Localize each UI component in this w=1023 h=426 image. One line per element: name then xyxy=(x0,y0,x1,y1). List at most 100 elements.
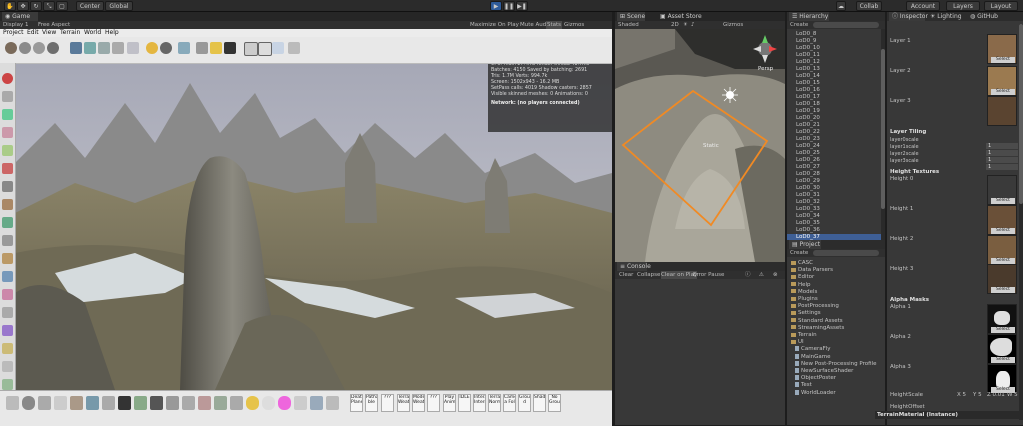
tab-lighting[interactable]: ☀ Lighting xyxy=(927,12,963,21)
project-folder-item[interactable]: Models xyxy=(791,289,817,296)
tab-inspector[interactable]: ⓘ Inspector xyxy=(889,12,928,21)
house-icon[interactable] xyxy=(2,253,13,264)
project-create-dropdown[interactable]: Create xyxy=(790,249,808,257)
tool-icon[interactable] xyxy=(2,91,13,102)
copy-icon[interactable] xyxy=(288,42,300,54)
menu-help[interactable]: Help xyxy=(105,29,119,37)
dog-icon[interactable] xyxy=(70,396,83,410)
menu-view[interactable]: View xyxy=(42,29,56,37)
project-search-input[interactable] xyxy=(813,250,879,256)
death-plane-button[interactable]: Death Plane xyxy=(350,394,363,412)
path-icon[interactable] xyxy=(2,343,13,354)
clone-icon[interactable] xyxy=(166,396,179,410)
hierarchy-search-input[interactable] xyxy=(813,22,879,28)
console-error-pause-toggle[interactable]: Error Pause xyxy=(693,271,724,279)
search-doc-icon[interactable] xyxy=(244,42,258,56)
project-folder-item[interactable]: Settings xyxy=(791,310,821,317)
person-icon[interactable] xyxy=(2,199,13,210)
hierarchy-item[interactable]: LoD0_17 xyxy=(796,94,820,100)
grid-brush-icon[interactable] xyxy=(127,42,139,54)
animal-icon[interactable] xyxy=(198,396,211,410)
stripe-brush-icon[interactable] xyxy=(112,42,124,54)
rotate-tool-icon[interactable]: ↻ xyxy=(30,1,42,11)
crowd-icon[interactable] xyxy=(182,396,195,410)
interact-internal-button[interactable]: Interact Internal xyxy=(473,394,486,412)
globe-icon[interactable] xyxy=(160,42,172,54)
hierarchy-create-dropdown[interactable]: Create xyxy=(790,21,808,29)
texture-brush-icon[interactable] xyxy=(84,42,96,54)
hierarchy-item[interactable]: LoD0_32 xyxy=(796,199,820,205)
light-icon[interactable] xyxy=(2,379,13,390)
tab-hierarchy[interactable]: ☰ Hierarchy xyxy=(789,12,829,21)
sun-icon[interactable] xyxy=(146,42,158,54)
hierarchy-item[interactable]: LoD0_13 xyxy=(796,66,820,72)
layout-dropdown[interactable]: Layout xyxy=(984,1,1018,11)
height-1-select-button[interactable]: Select xyxy=(991,228,1015,234)
unknown-button-1[interactable]: ??? xyxy=(381,394,394,412)
hierarchy-item[interactable]: LoD0_16 xyxy=(796,87,820,93)
star-icon[interactable] xyxy=(210,42,222,54)
unknown-button-2[interactable]: ??? xyxy=(427,394,440,412)
aspect-dropdown[interactable]: Free Aspect xyxy=(38,21,70,29)
2d-toggle[interactable]: 2D xyxy=(671,21,679,29)
sphere-stone-icon[interactable] xyxy=(33,42,45,54)
menu-world[interactable]: World xyxy=(84,29,101,37)
document-icon[interactable] xyxy=(258,42,272,56)
project-folder-item[interactable]: PostProcessing xyxy=(791,303,839,310)
hierarchy-item[interactable]: LoD0_30 xyxy=(796,185,820,191)
cube-icon[interactable] xyxy=(150,396,163,410)
hierarchy-item[interactable]: LoD0_8 xyxy=(796,31,816,37)
menu-edit[interactable]: Edit xyxy=(27,29,39,37)
hierarchy-item[interactable]: LoD0_24 xyxy=(796,143,820,149)
project-file-item[interactable]: Test xyxy=(795,382,812,389)
project-folder-item[interactable]: CASC xyxy=(791,260,813,267)
hierarchy-item[interactable]: LoD0_33 xyxy=(796,206,820,212)
project-file-item[interactable]: MainGame xyxy=(795,353,831,361)
project-file-item[interactable]: CameraFly xyxy=(795,346,831,353)
project-file-item[interactable]: NewSurfaceShader xyxy=(795,368,853,375)
terrain-icon[interactable] xyxy=(2,145,13,156)
crane-icon[interactable] xyxy=(196,42,208,54)
play-animal-button[interactable]: Play Animal xyxy=(443,394,456,412)
magic-icon[interactable] xyxy=(2,325,13,336)
heightscale-x[interactable]: X 5 xyxy=(957,392,966,398)
hierarchy-item[interactable]: LoD0_29 xyxy=(796,178,820,184)
rock-icon[interactable] xyxy=(2,235,13,246)
hierarchy-item[interactable]: LoD0_26 xyxy=(796,157,820,163)
shading-button[interactable]: Shading xyxy=(533,394,546,412)
console-collapse-button[interactable]: Collapse xyxy=(637,271,660,279)
flower-icon[interactable] xyxy=(2,289,13,300)
shape-icon[interactable] xyxy=(134,396,147,410)
hierarchy-scroll-thumb[interactable] xyxy=(881,49,885,209)
herd-icon[interactable] xyxy=(214,396,227,410)
bars-icon[interactable] xyxy=(38,396,51,410)
model-weather-button[interactable]: Model Weatha xyxy=(412,394,425,412)
persp-label[interactable]: Persp xyxy=(758,65,773,73)
hierarchy-item[interactable]: LoD0_36 xyxy=(796,227,820,233)
terrain-weather-button[interactable]: Terrain Weatha xyxy=(397,394,410,412)
heightscale-w[interactable]: W 5 xyxy=(1007,392,1018,398)
pause-button[interactable]: ❚❚ xyxy=(503,1,515,11)
camera-follow-button[interactable]: Camer a Fol xyxy=(503,394,516,412)
hierarchy-item[interactable]: LoD0_18 xyxy=(796,101,820,107)
inspector-scrollbar[interactable] xyxy=(1019,24,1023,420)
wall-icon[interactable] xyxy=(2,307,13,318)
maximize-on-play-toggle[interactable]: Maximize On Play xyxy=(470,21,519,29)
project-folder-item[interactable]: Data Parsers xyxy=(791,267,833,274)
checkered-flag-icon[interactable] xyxy=(224,42,236,54)
tab-console[interactable]: ≡ Console xyxy=(617,262,651,271)
sphere-dark-icon[interactable] xyxy=(47,42,59,54)
alpha-2-select-button[interactable]: Select xyxy=(991,357,1015,363)
hierarchy-item[interactable]: LoD0_25 xyxy=(796,150,820,156)
project-folder-item[interactable]: Help xyxy=(791,282,811,289)
wolf-icon[interactable] xyxy=(230,396,243,410)
bulb-icon[interactable] xyxy=(262,396,275,410)
gizmos-dropdown[interactable]: Gizmos xyxy=(564,21,584,29)
grid-icon[interactable] xyxy=(102,396,115,410)
space-toggle-button[interactable]: Global xyxy=(105,1,133,11)
project-folder-item[interactable]: UI xyxy=(791,339,804,346)
heightscale-y[interactable]: Y 5 xyxy=(973,392,982,398)
pathable-button[interactable]: Patha ble xyxy=(365,394,378,412)
tab-asset-store[interactable]: ▣ Asset Store xyxy=(657,12,702,21)
shading-mode-dropdown[interactable]: Shaded xyxy=(618,21,639,29)
